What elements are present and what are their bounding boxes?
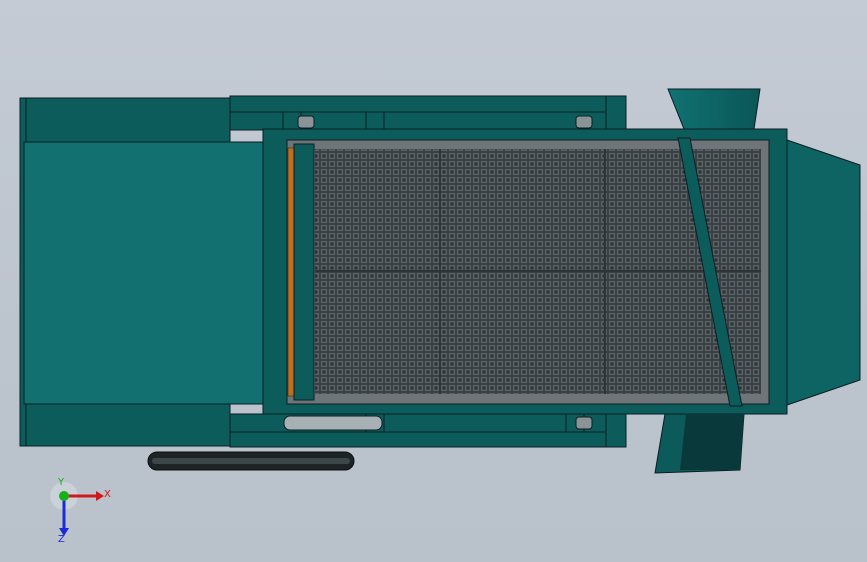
motor-top-cover bbox=[25, 97, 231, 143]
feed-lip-bar bbox=[287, 147, 295, 397]
top-chute bbox=[667, 88, 761, 130]
bearing-1 bbox=[297, 115, 315, 129]
coordinate-triad: X Y Z bbox=[44, 477, 114, 550]
discharge-hopper bbox=[786, 139, 861, 406]
v-belt-inner bbox=[152, 458, 350, 464]
feed-lip-rail bbox=[293, 143, 315, 401]
y-axis-dot bbox=[59, 491, 69, 501]
z-axis-label: Z bbox=[58, 534, 65, 545]
motor-bottom-cover bbox=[25, 401, 231, 447]
bottom-chute-shadow bbox=[680, 414, 744, 470]
frame-top-rail bbox=[229, 95, 627, 113]
bearing-4 bbox=[575, 416, 593, 430]
x-axis-label: X bbox=[104, 489, 111, 500]
cad-viewport[interactable]: X Y Z bbox=[0, 0, 867, 562]
x-axis-head bbox=[96, 491, 104, 501]
bearing-2 bbox=[575, 115, 593, 129]
model-view-svg[interactable] bbox=[0, 0, 867, 562]
frame-bottom-rail bbox=[229, 430, 627, 448]
motor-main-panel bbox=[23, 141, 291, 405]
screen-deck bbox=[262, 128, 788, 415]
pulley-cover bbox=[283, 415, 383, 431]
hopper-body bbox=[786, 139, 861, 406]
y-axis-label: Y bbox=[58, 477, 65, 488]
motor-housing bbox=[19, 97, 291, 447]
